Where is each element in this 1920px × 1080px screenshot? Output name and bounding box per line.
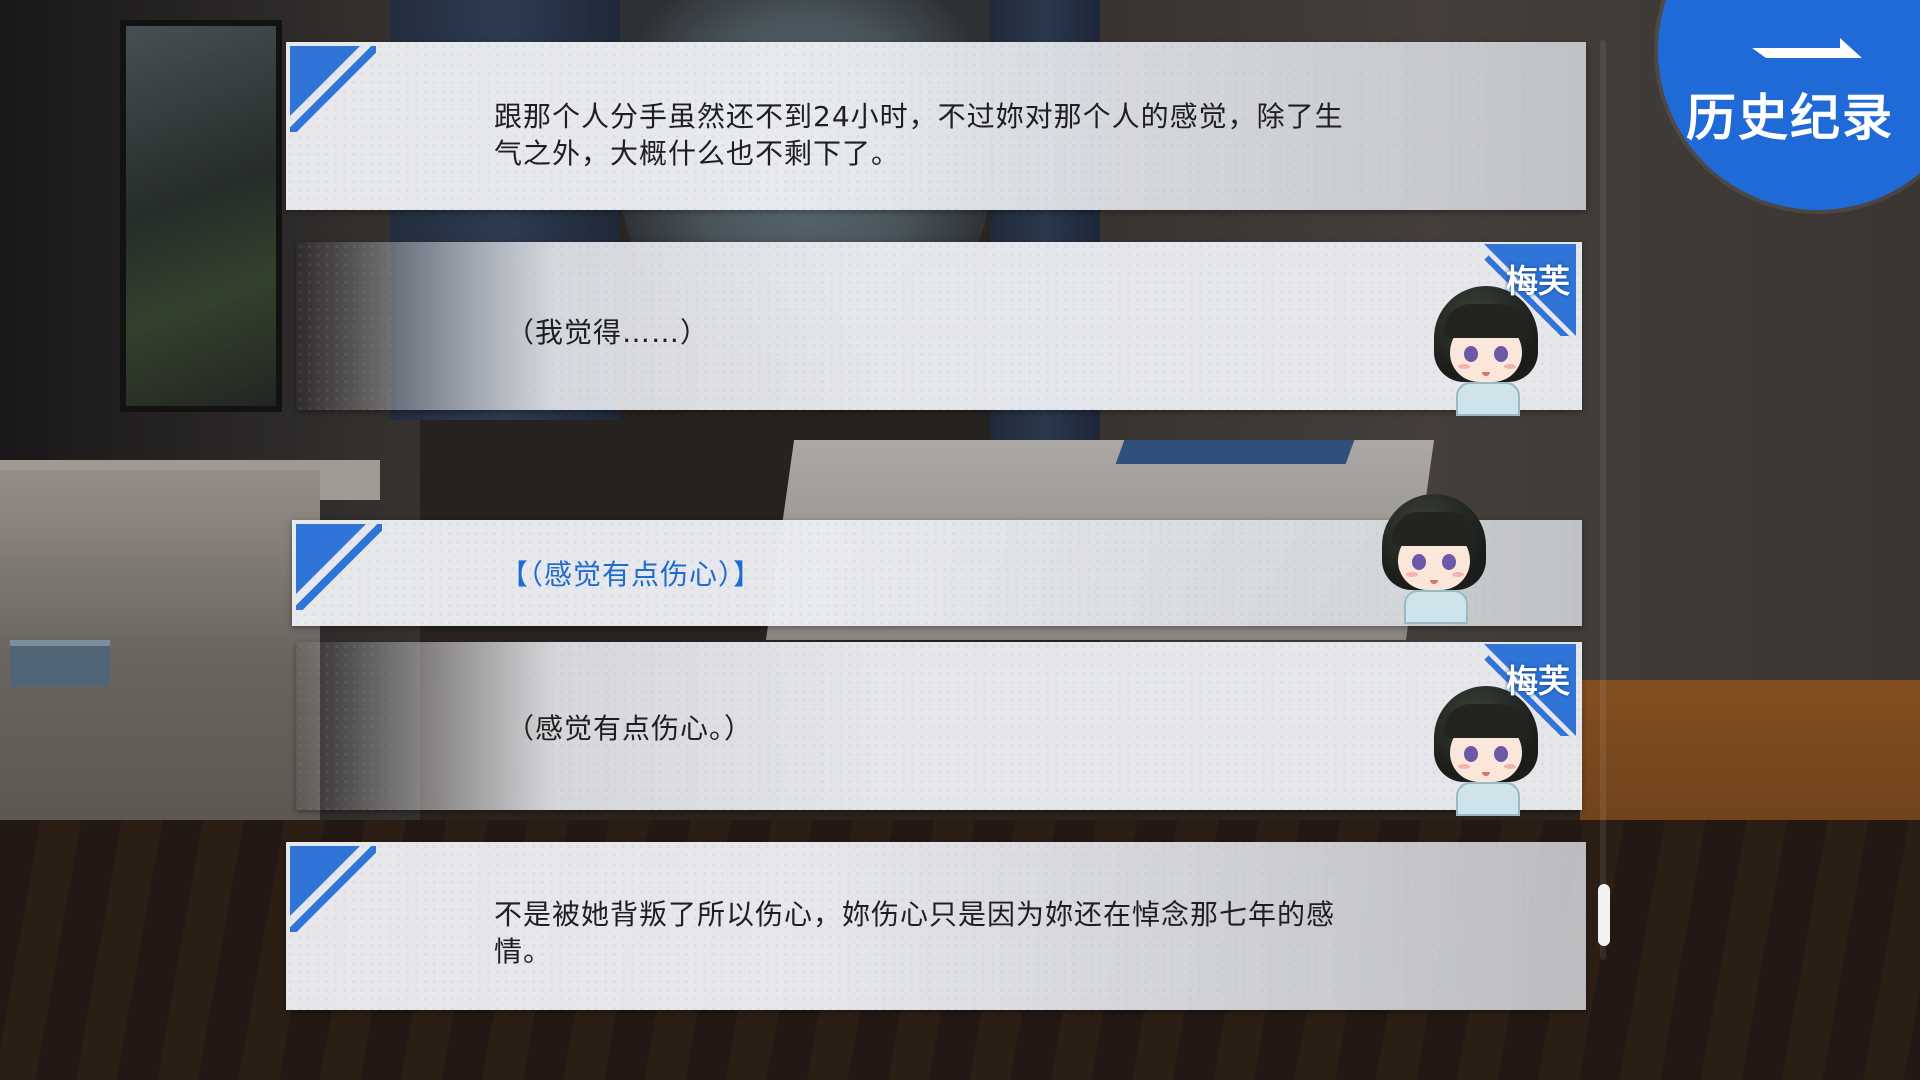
scrollbar-track[interactable] (1600, 40, 1606, 960)
back-arrow-icon[interactable] (1752, 36, 1862, 66)
log-text: 跟那个人分手虽然还不到24小时，不过妳对那个人的感觉，除了生 气之外，大概什么也… (494, 98, 1344, 172)
log-text-line: 情。 (494, 935, 553, 968)
log-entry-narration[interactable]: 不是被她背叛了所以伤心，妳伤心只是因为妳还在悼念那七年的感 情。 (286, 842, 1586, 1010)
corner-stripe-icon (290, 846, 376, 932)
log-text-line: （我觉得……） (506, 316, 710, 349)
character-avatar (1426, 286, 1546, 416)
corner-stripe-icon (290, 46, 376, 132)
log-text: 不是被她背叛了所以伤心，妳伤心只是因为妳还在悼念那七年的感 情。 (494, 896, 1335, 970)
scrollbar-thumb[interactable] (1598, 884, 1610, 946)
log-text-line: 不是被她背叛了所以伤心，妳伤心只是因为妳还在悼念那七年的感 (494, 898, 1336, 931)
log-text-line: （感觉有点伤心。） (506, 712, 754, 745)
log-entry-speaker[interactable]: （我觉得……） 梅芙 (296, 242, 1582, 416)
log-entry-speaker[interactable]: （感觉有点伤心。） 梅芙 (296, 642, 1582, 816)
log-text-line: 气之外，大概什么也不剩下了。 (494, 137, 901, 170)
log-text: （感觉有点伤心。） (506, 710, 753, 747)
speaker-name: 梅芙 (1505, 262, 1570, 300)
speaker-name: 梅芙 (1505, 662, 1570, 700)
log-entry-choice[interactable]: 【（感觉有点伤心）】 (292, 494, 1582, 626)
log-text: （我觉得……） (506, 314, 709, 351)
log-text-line: 【（感觉有点伤心）】 (500, 558, 763, 591)
log-text-line: 跟那个人分手虽然还不到24小时，不过妳对那个人的感觉，除了生 (494, 100, 1344, 133)
page-title: 历史纪录 (1686, 89, 1894, 147)
log-entry-narration[interactable]: 跟那个人分手虽然还不到24小时，不过妳对那个人的感觉，除了生 气之外，大概什么也… (286, 42, 1586, 210)
character-avatar (1374, 494, 1494, 624)
character-avatar (1426, 686, 1546, 816)
choice-text: 【（感觉有点伤心）】 (500, 556, 762, 593)
corner-stripe-icon (296, 524, 382, 610)
